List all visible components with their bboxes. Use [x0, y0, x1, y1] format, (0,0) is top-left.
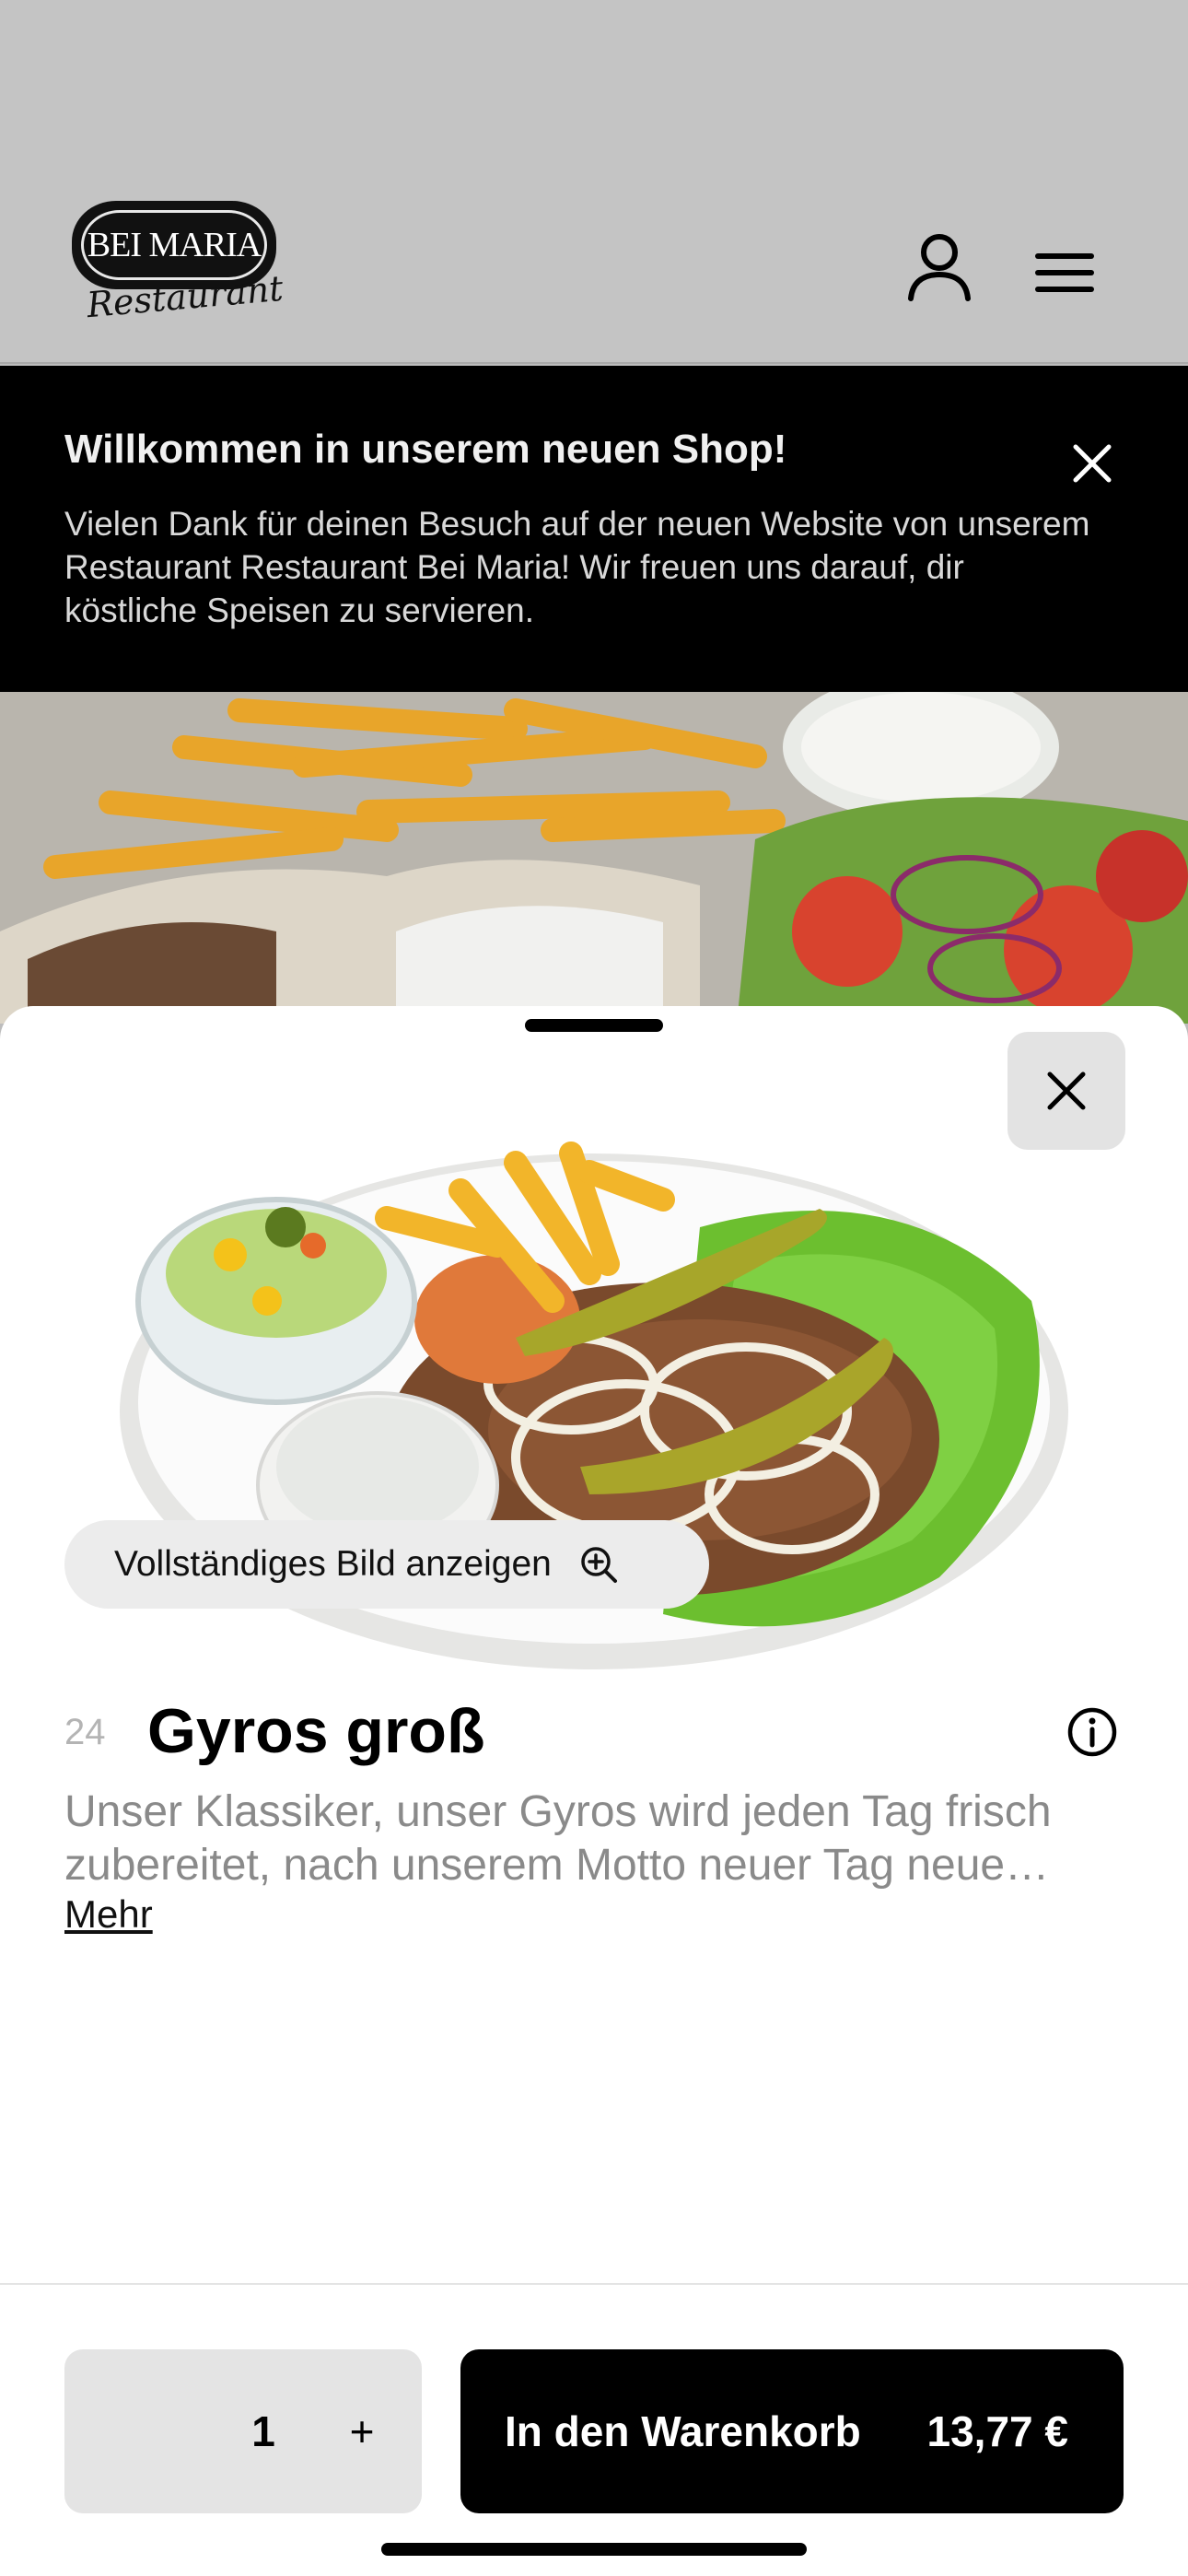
product-name: Gyros groß — [147, 1696, 485, 1766]
more-link[interactable]: Mehr — [64, 1892, 153, 1937]
quantity-stepper: 1 + — [64, 2349, 422, 2513]
product-info-button[interactable] — [1065, 1704, 1120, 1760]
site-header: BEI MARIA Restaurant — [0, 0, 1188, 364]
banner-title: Willkommen in unserem neuen Shop! — [64, 427, 787, 472]
menu-icon — [1035, 253, 1094, 292]
order-footer: 1 + In den Warenkorb 13,77 € — [0, 2283, 1188, 2576]
menu-button[interactable] — [1020, 228, 1109, 317]
quantity-value[interactable]: 1 — [227, 2349, 300, 2513]
restaurant-logo[interactable]: BEI MARIA Restaurant — [72, 201, 285, 325]
product-description: Unser Klassiker, unser Gyros wird jeden … — [64, 1787, 1052, 1890]
price-label: 13,77 € — [926, 2407, 1068, 2455]
banner-close-button[interactable] — [1059, 430, 1125, 497]
view-full-image-button[interactable]: Vollständiges Bild anzeigen — [64, 1520, 709, 1609]
home-indicator — [381, 2543, 807, 2556]
sheet-grabber[interactable] — [525, 1019, 663, 1032]
quantity-increase-button[interactable]: + — [320, 2390, 403, 2473]
product-image[interactable] — [111, 1061, 1077, 1706]
banner-text: Vielen Dank für deinen Besuch auf der ne… — [64, 505, 1090, 629]
close-icon — [1073, 444, 1112, 483]
add-to-cart-label: In den Warenkorb — [505, 2407, 861, 2455]
user-icon — [908, 234, 971, 301]
zoom-in-icon — [579, 1545, 618, 1584]
product-number: 24 — [64, 1712, 106, 1752]
welcome-banner: Willkommen in unserem neuen Shop! Vielen… — [0, 366, 1188, 692]
info-icon — [1067, 1707, 1117, 1757]
hero-food-image — [0, 692, 1188, 1024]
view-full-image-label: Vollständiges Bild anzeigen — [114, 1544, 552, 1584]
add-to-cart-button[interactable]: In den Warenkorb 13,77 € — [460, 2349, 1124, 2513]
logo-text: BEI MARIA — [87, 226, 262, 264]
account-button[interactable] — [895, 223, 984, 311]
